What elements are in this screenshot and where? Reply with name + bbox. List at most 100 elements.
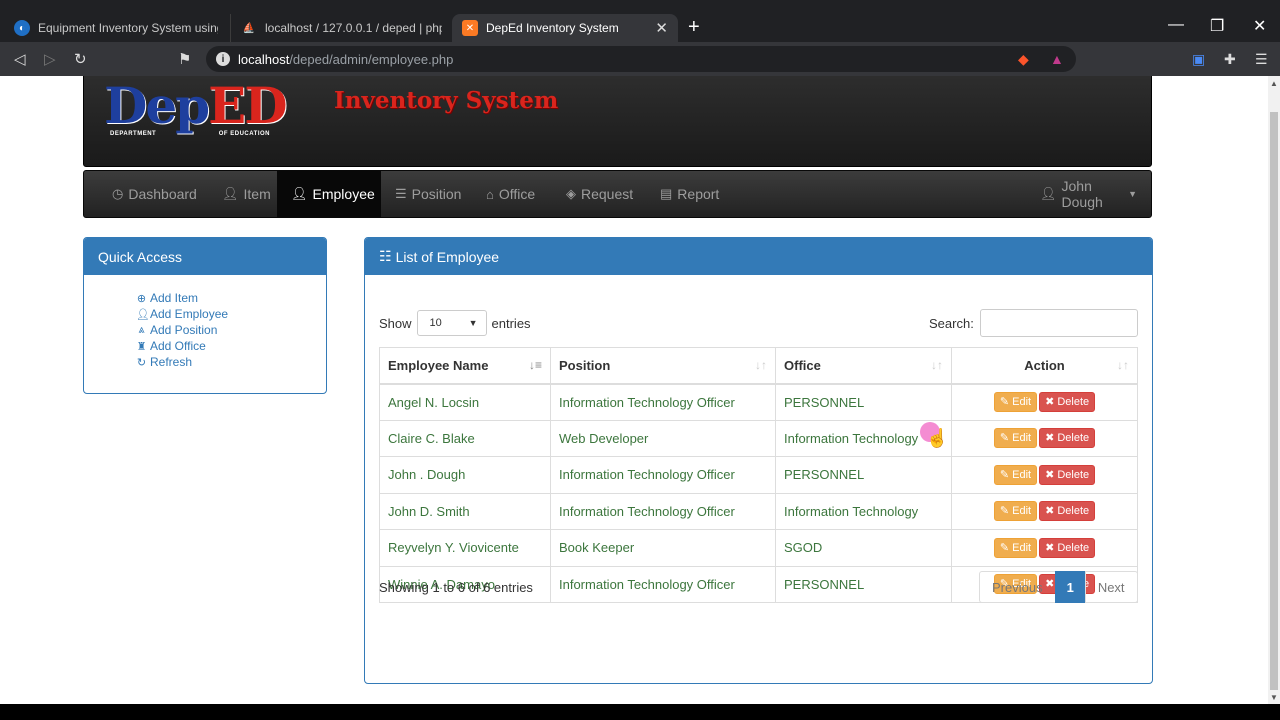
- list-icon: ☷: [379, 248, 392, 264]
- edit-button[interactable]: ✎ Edit: [993, 537, 1038, 558]
- nav-report[interactable]: ▤ Report: [646, 171, 733, 217]
- tab-title: Equipment Inventory System using PH: [38, 21, 218, 35]
- employee-position: Book Keeper: [550, 529, 776, 567]
- previous-button[interactable]: Previous: [979, 571, 1056, 603]
- next-button[interactable]: Next: [1084, 571, 1138, 603]
- back-icon[interactable]: ◁: [14, 50, 26, 68]
- nav-position[interactable]: ☰ Position: [381, 171, 475, 217]
- row-actions: ✎ Edit✖ Delete: [951, 529, 1138, 567]
- column-header-office[interactable]: Office ↓↑: [775, 347, 952, 385]
- table-row: John . Dough Information Technology Offi…: [379, 456, 1138, 494]
- refresh-icon: ↻: [136, 356, 147, 369]
- employee-office: PERSONNEL: [775, 383, 952, 421]
- page-1-button[interactable]: 1: [1054, 571, 1086, 603]
- employee-position: Web Developer: [550, 419, 776, 457]
- table-info: Showing 1 to 6 of 6 entries: [379, 580, 533, 595]
- delete-button[interactable]: ✖ Delete: [1039, 537, 1096, 558]
- hand-cursor-icon: ☝: [926, 428, 949, 448]
- edit-button[interactable]: ✎ Edit: [993, 464, 1038, 485]
- bookmark-icon[interactable]: ⚑: [178, 50, 191, 68]
- brave-shield-icon[interactable]: ◆: [1018, 51, 1029, 68]
- phpmyadmin-icon: ⛵: [242, 22, 256, 34]
- browser-tab-2[interactable]: ⛵ localhost / 127.0.0.1 / deped | phpMy: [230, 14, 452, 42]
- row-actions: ✎ Edit✖ Delete: [951, 492, 1138, 530]
- search-input[interactable]: [979, 309, 1138, 337]
- column-header-position[interactable]: Position ↓↑: [550, 347, 776, 385]
- delete-button[interactable]: ✖ Delete: [1039, 464, 1096, 485]
- edit-button[interactable]: ✎ Edit: [993, 428, 1038, 449]
- scroll-up-icon[interactable]: ▲: [1270, 79, 1278, 88]
- forward-icon[interactable]: ▷: [44, 50, 56, 68]
- employee-name: John D. Smith: [379, 492, 551, 530]
- user-menu[interactable]: 👤︎ John Dough ▼: [1026, 171, 1151, 217]
- employee-position: Information Technology Officer: [550, 456, 776, 494]
- add-item-link[interactable]: ⊕ Add Item: [136, 290, 228, 306]
- row-actions: ✎ Edit✖ Delete: [951, 419, 1138, 457]
- sort-icon: ↓↑: [755, 358, 767, 372]
- logo-subtitle: DEPARTMENT OF EDUCATION: [110, 131, 270, 137]
- employee-office: Information Technology: [775, 492, 952, 530]
- edit-button[interactable]: ✎ Edit: [993, 501, 1038, 522]
- employee-name: John . Dough: [379, 456, 551, 494]
- nav-request[interactable]: ◈ Request: [552, 171, 647, 217]
- tab-title: DepEd Inventory System: [486, 21, 619, 35]
- close-tab-icon[interactable]: ✕: [655, 19, 668, 37]
- column-header-name[interactable]: Employee Name ↓≡: [379, 347, 551, 385]
- sort-icon: ↓↑: [931, 358, 943, 372]
- taskbar: [0, 704, 1280, 720]
- system-title: Inventory System: [334, 87, 559, 114]
- restore-icon[interactable]: ❐: [1210, 16, 1224, 36]
- extensions-icon[interactable]: ✚: [1224, 51, 1236, 68]
- translate-icon[interactable]: ▣: [1192, 51, 1205, 68]
- chevron-down-icon: ▼: [468, 318, 478, 328]
- user-icon: 👤︎: [291, 186, 308, 201]
- employee-office: PERSONNEL: [775, 456, 952, 494]
- nav-office[interactable]: ⌂ Office: [472, 171, 549, 217]
- nav-item[interactable]: 👤︎ Item: [208, 171, 285, 217]
- row-actions: ✎ Edit✖ Delete: [951, 456, 1138, 494]
- refresh-link[interactable]: ↻ Refresh: [136, 354, 228, 370]
- nav-employee[interactable]: 👤︎ Employee: [277, 171, 381, 217]
- entries-select[interactable]: 10 ▼: [416, 310, 487, 336]
- close-window-icon[interactable]: ✕: [1253, 16, 1266, 36]
- brave-rewards-icon[interactable]: ▲: [1050, 51, 1064, 67]
- url-host: localhost: [238, 51, 290, 67]
- column-header-action[interactable]: Action ↓↑: [951, 347, 1138, 385]
- site-header: DepED DEPARTMENT OF EDUCATION Inventory S…: [83, 76, 1152, 167]
- nav-dashboard[interactable]: ◷ Dashboard: [98, 171, 211, 217]
- row-actions: ✎ Edit✖ Delete: [951, 383, 1138, 421]
- employee-office: PERSONNEL: [775, 565, 952, 603]
- main-navbar: ◷ Dashboard 👤︎ Item 👤︎ Employee ☰ Position ⌂…: [83, 170, 1152, 218]
- url-input[interactable]: i localhost/deped/admin/employee.php: [206, 46, 1076, 72]
- page-scrollbar[interactable]: ▲ ▼: [1268, 76, 1280, 704]
- delete-button[interactable]: ✖ Delete: [1039, 501, 1096, 522]
- browser-tab-active[interactable]: ✕ DepEd Inventory System ✕: [452, 14, 678, 42]
- scroll-down-icon[interactable]: ▼: [1270, 693, 1278, 702]
- scrollbar-thumb[interactable]: [1270, 112, 1278, 690]
- minimize-icon[interactable]: —: [1168, 16, 1184, 34]
- edit-button[interactable]: ✎ Edit: [993, 392, 1038, 412]
- employee-position: Information Technology Officer: [550, 383, 776, 421]
- employee-office: SGOD: [775, 529, 952, 567]
- table-row: Reyvelyn Y. Viovicente Book Keeper SGOD …: [379, 529, 1138, 567]
- site-info-icon[interactable]: i: [216, 52, 230, 66]
- add-position-link[interactable]: ⩓ Add Position: [136, 322, 228, 338]
- new-tab-icon[interactable]: +: [688, 17, 700, 37]
- delete-button[interactable]: ✖ Delete: [1039, 392, 1096, 412]
- url-path: /deped/admin/employee.php: [289, 51, 454, 67]
- quick-access-title: Quick Access: [84, 238, 326, 275]
- add-employee-link[interactable]: 👤︎ Add Employee: [136, 306, 228, 322]
- add-office-link[interactable]: ♜ Add Office: [136, 338, 228, 354]
- table-row: John D. Smith Information Technology Off…: [379, 492, 1138, 530]
- employee-position: Information Technology Officer: [550, 492, 776, 530]
- employee-list-title: ☷ List of Employee: [365, 238, 1152, 275]
- employee-list-panel: ☷ List of Employee Show 10 ▼ entries Searc…: [364, 237, 1153, 684]
- reload-icon[interactable]: ↻: [74, 50, 87, 68]
- browser-tab-1[interactable]: ◐ Equipment Inventory System using PH: [4, 14, 228, 42]
- table-row: Angel N. Locsin Information Technology O…: [379, 383, 1138, 421]
- employee-table: Employee Name ↓≡ Position ↓↑ Office ↓↑ Acti…: [379, 347, 1138, 603]
- search-control: Search:: [929, 309, 1138, 337]
- table-row: Claire C. Blake Web Developer Informatio…: [379, 419, 1138, 457]
- menu-icon[interactable]: ☰: [1255, 51, 1268, 68]
- delete-button[interactable]: ✖ Delete: [1039, 428, 1096, 449]
